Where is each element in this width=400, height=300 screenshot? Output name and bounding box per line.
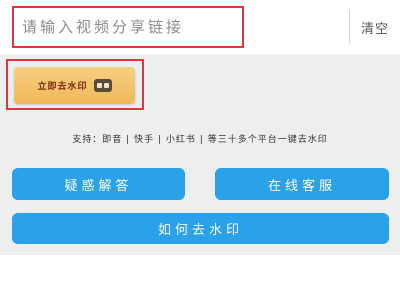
input-bar: 清空 (0, 0, 400, 54)
how-to-remove-watermark-button[interactable]: 如何去水印 (12, 213, 389, 244)
clear-button[interactable]: 清空 (350, 0, 400, 54)
separator: | (199, 135, 204, 145)
remove-watermark-label: 立即去水印 (37, 82, 88, 92)
platform-name: 快手 (134, 135, 155, 145)
video-icon (93, 79, 112, 92)
remove-watermark-button[interactable]: 立即去水印 (14, 67, 135, 104)
bottom-area (0, 255, 400, 300)
page: 清空 立即去水印 支持：即音 | 快手 | 小红书 | 等三十多个平台一键去水印… (0, 0, 400, 300)
video-link-input[interactable] (12, 6, 244, 48)
platform-name: 即音 (102, 135, 123, 145)
separator: | (126, 135, 131, 145)
support-prefix: 支持： (72, 135, 103, 145)
separator: | (157, 135, 163, 145)
platform-name: 小红书 (165, 135, 196, 145)
support-suffix: 等三十多个平台一键去水印 (207, 135, 328, 145)
supported-platforms-text: 支持：即音 | 快手 | 小红书 | 等三十多个平台一键去水印 (0, 132, 400, 145)
faq-button[interactable]: 疑惑解答 (12, 168, 185, 200)
online-service-button[interactable]: 在线客服 (215, 168, 389, 200)
